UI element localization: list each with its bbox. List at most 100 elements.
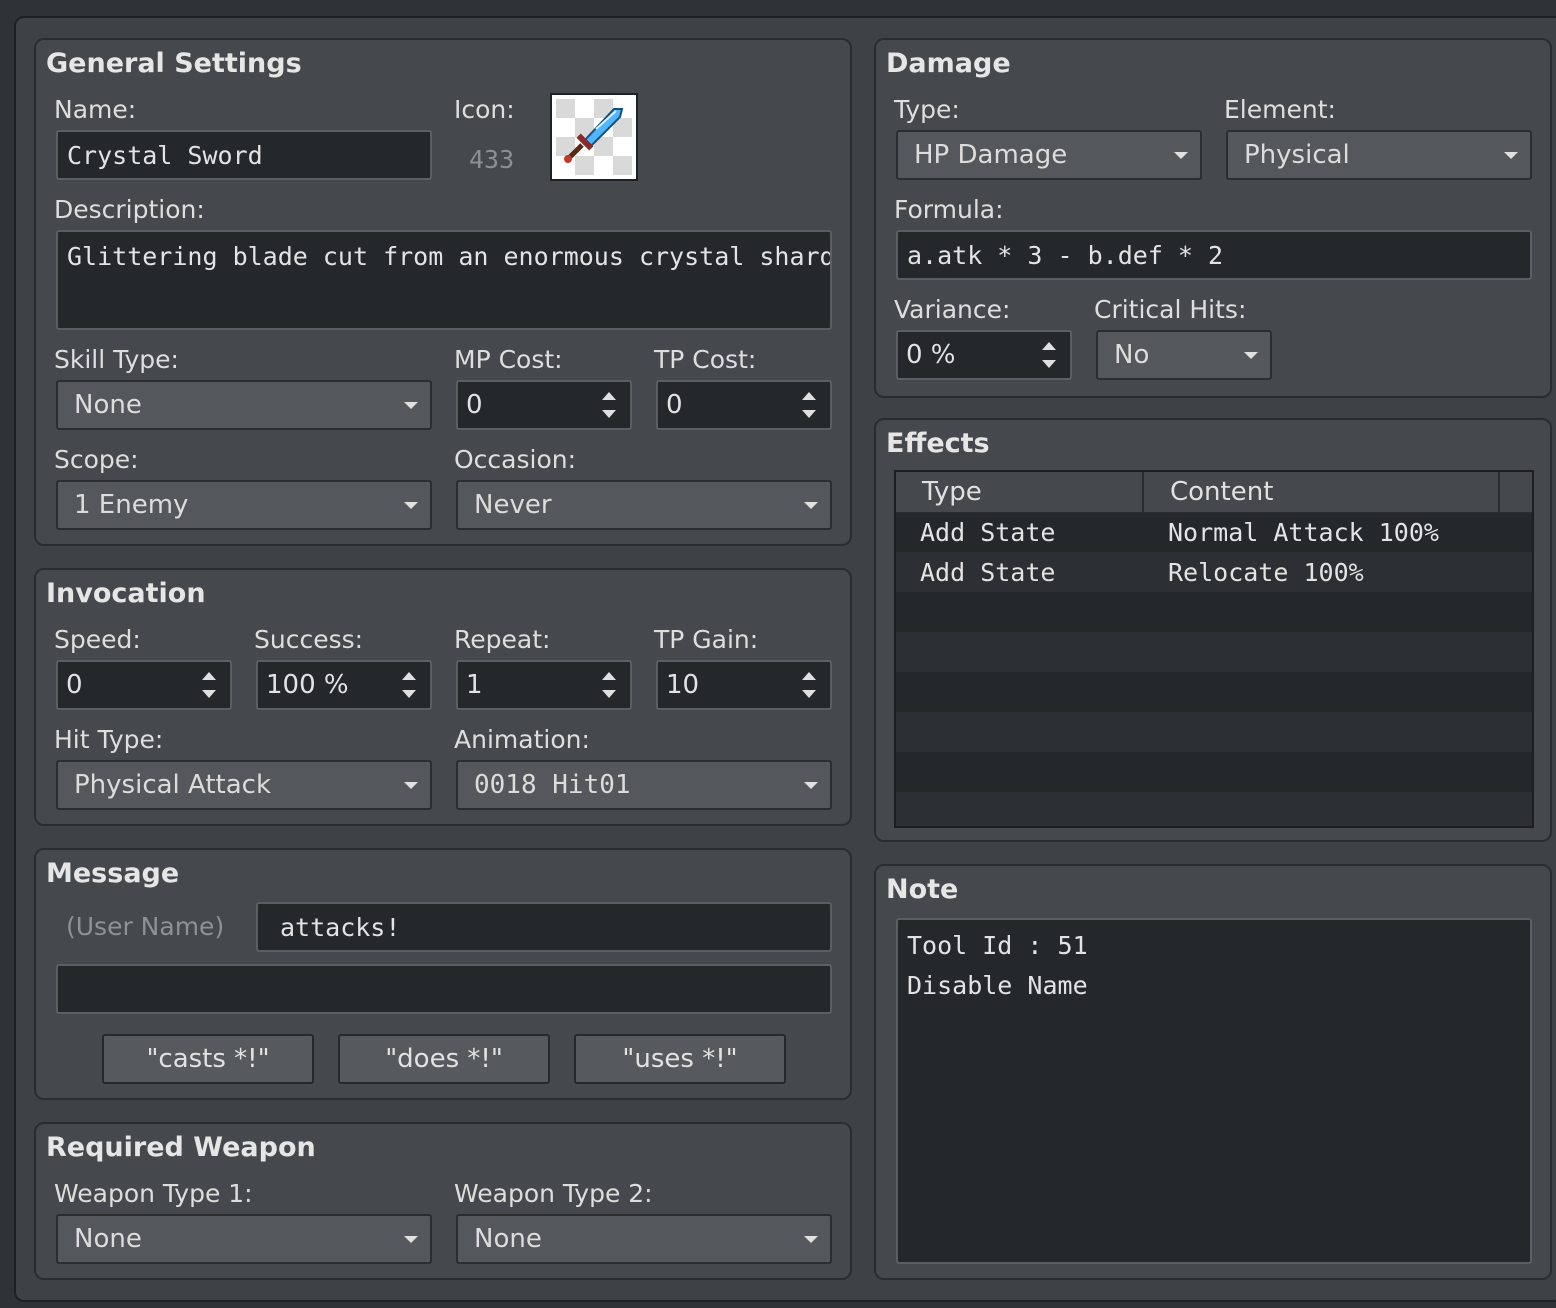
speed-label: Speed: [54, 625, 141, 654]
effects-table[interactable]: Type Content Add State Normal Attack 100… [894, 470, 1534, 828]
spin-arrows-icon[interactable] [202, 662, 216, 708]
invocation-title: Invocation [46, 578, 206, 609]
mp-cost-spinbox[interactable]: 0 [456, 380, 632, 430]
chevron-down-icon [804, 1236, 818, 1243]
chevron-down-icon [404, 402, 418, 409]
weapon-type1-value: None [74, 1224, 142, 1254]
effect-content-cell: Normal Attack 100% [1168, 517, 1439, 547]
mp-cost-value: 0 [466, 390, 483, 420]
tp-cost-spinbox[interactable]: 0 [656, 380, 832, 430]
spin-arrows-icon[interactable] [802, 382, 816, 428]
icon-label: Icon: [454, 95, 515, 124]
occasion-select[interactable]: Never [456, 480, 832, 530]
effect-content-cell: Relocate 100% [1168, 557, 1364, 587]
spin-arrows-icon[interactable] [1042, 332, 1056, 378]
required-weapon-group: Required Weapon Weapon Type 1: None Weap… [34, 1122, 852, 1280]
animation-select[interactable]: 0018 Hit01 [456, 760, 832, 810]
element-label: Element: [1224, 95, 1336, 124]
animation-value: 0018 Hit01 [474, 770, 631, 800]
variance-spinbox[interactable]: 0 % [896, 330, 1072, 380]
effects-title: Effects [886, 428, 990, 459]
repeat-spinbox[interactable]: 1 [456, 660, 632, 710]
message-title: Message [46, 858, 180, 889]
sword-icon [552, 95, 636, 179]
chevron-down-icon [1504, 152, 1518, 159]
skill-type-value: None [74, 390, 142, 420]
damage-type-select[interactable]: HP Damage [896, 130, 1202, 180]
spin-arrows-icon[interactable] [602, 662, 616, 708]
tp-cost-label: TP Cost: [654, 345, 757, 374]
skill-type-label: Skill Type: [54, 345, 179, 374]
weapon-type1-label: Weapon Type 1: [54, 1179, 253, 1208]
table-row-empty[interactable] [896, 632, 1532, 672]
hit-type-label: Hit Type: [54, 725, 164, 754]
chevron-down-icon [804, 502, 818, 509]
animation-label: Animation: [454, 725, 590, 754]
note-group: Note Tool Id : 51 Disable Name [874, 864, 1552, 1280]
uses-button[interactable]: "uses *!" [574, 1034, 786, 1084]
table-row[interactable]: Add State Relocate 100% [896, 552, 1532, 592]
chevron-down-icon [804, 782, 818, 789]
success-spinbox[interactable]: 100 % [256, 660, 432, 710]
weapon-type1-select[interactable]: None [56, 1214, 432, 1264]
table-row-empty[interactable] [896, 712, 1532, 752]
chevron-down-icon [404, 1236, 418, 1243]
effects-table-header: Type Content [896, 472, 1532, 513]
general-settings-title: General Settings [46, 48, 302, 79]
damage-type-value: HP Damage [914, 140, 1068, 170]
tp-gain-value: 10 [666, 670, 700, 700]
formula-input[interactable]: a.atk * 3 - b.def * 2 [896, 230, 1532, 280]
name-label: Name: [54, 95, 137, 124]
general-settings-group: General Settings Name: Crystal Sword Ico… [34, 38, 852, 546]
note-textarea[interactable]: Tool Id : 51 Disable Name [896, 918, 1532, 1264]
occasion-label: Occasion: [454, 445, 577, 474]
weapon-type2-select[interactable]: None [456, 1214, 832, 1264]
skill-type-select[interactable]: None [56, 380, 432, 430]
variance-label: Variance: [894, 295, 1011, 324]
element-value: Physical [1244, 140, 1350, 170]
name-input[interactable]: Crystal Sword [56, 130, 432, 180]
casts-button[interactable]: "casts *!" [102, 1034, 314, 1084]
damage-type-label: Type: [894, 95, 960, 124]
table-row-empty[interactable] [896, 592, 1532, 632]
table-row[interactable]: Add State Normal Attack 100% [896, 512, 1532, 552]
column-header-content[interactable]: Content [1144, 472, 1500, 512]
spin-arrows-icon[interactable] [802, 662, 816, 708]
critical-hits-select[interactable]: No [1096, 330, 1272, 380]
spin-arrows-icon[interactable] [402, 662, 416, 708]
speed-spinbox[interactable]: 0 [56, 660, 232, 710]
scope-label: Scope: [54, 445, 139, 474]
icon-picker[interactable] [550, 93, 638, 181]
tp-gain-spinbox[interactable]: 10 [656, 660, 832, 710]
table-row-empty[interactable] [896, 792, 1532, 826]
note-title: Note [886, 874, 959, 905]
spin-arrows-icon[interactable] [602, 382, 616, 428]
mp-cost-label: MP Cost: [454, 345, 563, 374]
table-row-empty[interactable] [896, 672, 1532, 712]
repeat-value: 1 [466, 670, 483, 700]
effect-type-cell: Add State [920, 557, 1056, 587]
message-group: Message (User Name) attacks! "casts *!" … [34, 848, 852, 1100]
effects-group: Effects Type Content Add State Normal At… [874, 418, 1552, 842]
critical-hits-label: Critical Hits: [1094, 295, 1247, 324]
success-value: 100 % [266, 670, 349, 700]
note-line: Tool Id : 51 [907, 931, 1088, 960]
message-line1-input[interactable]: attacks! [256, 902, 832, 952]
column-header-type[interactable]: Type [896, 472, 1144, 512]
scope-value: 1 Enemy [74, 490, 189, 520]
description-input[interactable]: Glittering blade cut from an enormous cr… [56, 230, 832, 330]
weapon-type2-label: Weapon Type 2: [454, 1179, 653, 1208]
chevron-down-icon [1244, 352, 1258, 359]
table-row-empty[interactable] [896, 752, 1532, 792]
formula-label: Formula: [894, 195, 1004, 224]
critical-hits-value: No [1114, 340, 1150, 370]
element-select[interactable]: Physical [1226, 130, 1532, 180]
message-line2-input[interactable] [56, 964, 832, 1014]
effect-type-cell: Add State [920, 517, 1056, 547]
hit-type-select[interactable]: Physical Attack [56, 760, 432, 810]
damage-title: Damage [886, 48, 1011, 79]
variance-value: 0 % [906, 340, 956, 370]
scope-select[interactable]: 1 Enemy [56, 480, 432, 530]
weapon-type2-value: None [474, 1224, 542, 1254]
does-button[interactable]: "does *!" [338, 1034, 550, 1084]
